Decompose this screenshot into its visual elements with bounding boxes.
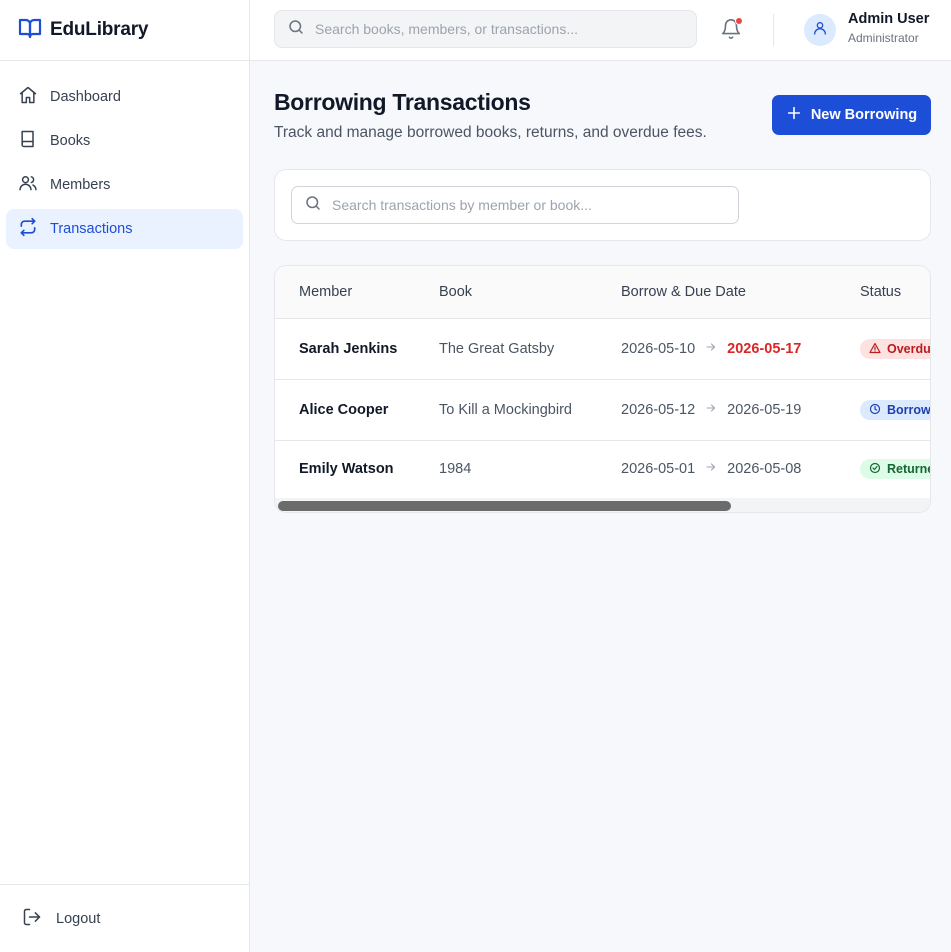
swap-arrows-icon [18, 217, 38, 241]
transaction-search-input[interactable] [332, 197, 738, 213]
global-search-input[interactable] [315, 21, 696, 37]
transactions-table: Member Book Borrow & Due Date Status Sar… [274, 265, 931, 513]
bell-icon [720, 19, 742, 45]
column-header-book: Book [439, 284, 473, 300]
topbar: Admin User Administrator [250, 0, 951, 61]
notification-dot [735, 17, 743, 25]
table-row[interactable]: Sarah Jenkins The Great Gatsby 2026-05-1… [275, 319, 931, 380]
status-cell: Borrowed [860, 380, 931, 440]
status-cell: Overdue [860, 319, 931, 379]
book-title: The Great Gatsby [439, 341, 555, 357]
date-range: 2026-05-10 2026-05-17 [621, 319, 801, 379]
user-icon [812, 20, 828, 41]
status-badge: Borrowed [860, 400, 931, 420]
due-date: 2026-05-17 [727, 341, 802, 357]
filter-card [274, 169, 931, 241]
plus-icon [786, 105, 802, 125]
global-search[interactable] [274, 10, 697, 48]
book-title: 1984 [439, 461, 472, 477]
book-title: To Kill a Mockingbird [439, 402, 572, 418]
brand[interactable]: EduLibrary [0, 0, 249, 61]
open-book-icon [18, 16, 42, 45]
logout-icon [22, 907, 42, 931]
main-content: Borrowing Transactions Track and manage … [250, 61, 951, 952]
horizontal-scrollbar[interactable] [275, 498, 930, 512]
status-label: Returned [887, 462, 930, 476]
transaction-search[interactable] [291, 186, 739, 224]
status-badge: Overdue [860, 339, 931, 359]
arrow-right-icon [705, 402, 717, 418]
arrow-right-icon [705, 341, 717, 357]
due-date: 2026-05-19 [727, 402, 802, 418]
sidebar-item-transactions[interactable]: Transactions [6, 209, 243, 249]
new-borrowing-label: New Borrowing [810, 107, 918, 123]
borrow-date: 2026-05-01 [621, 461, 696, 477]
sidebar: EduLibrary Dashboard Books Members Trans… [0, 0, 250, 952]
table-row[interactable]: Alice Cooper To Kill a Mockingbird 2026-… [275, 380, 931, 441]
clock-icon [869, 403, 881, 418]
table-row[interactable]: Emily Watson 1984 2026-05-01 2026-05-08 … [275, 441, 930, 497]
sidebar-item-dashboard[interactable]: Dashboard [6, 77, 243, 117]
user-name[interactable]: Admin User [848, 11, 929, 27]
page-subtitle: Track and manage borrowed books, returns… [274, 124, 707, 141]
table-header: Member Book Borrow & Due Date Status [275, 266, 930, 319]
sidebar-item-label: Books [50, 133, 91, 149]
book-icon [18, 129, 38, 153]
avatar[interactable] [804, 14, 836, 46]
sidebar-item-label: Dashboard [50, 89, 121, 105]
due-date: 2026-05-08 [727, 461, 802, 477]
date-range: 2026-05-01 2026-05-08 [621, 441, 801, 497]
search-icon [304, 194, 322, 217]
page-title: Borrowing Transactions [274, 89, 531, 115]
horizontal-scrollbar-thumb[interactable] [278, 501, 731, 511]
member-name: Emily Watson [299, 461, 394, 477]
sidebar-item-books[interactable]: Books [6, 121, 243, 161]
status-cell: Returned [860, 441, 930, 497]
member-name: Sarah Jenkins [299, 341, 398, 357]
logout-label: Logout [56, 910, 101, 927]
sidebar-item-label: Members [50, 177, 111, 193]
status-badge: Returned [860, 459, 930, 479]
arrow-right-icon [705, 461, 717, 477]
sidebar-item-label: Transactions [50, 221, 133, 237]
warning-icon [869, 342, 881, 357]
sidebar-item-members[interactable]: Members [6, 165, 243, 205]
column-header-member: Member [299, 284, 353, 300]
column-header-dates: Borrow & Due Date [621, 284, 746, 300]
member-name: Alice Cooper [299, 402, 389, 418]
topbar-divider [773, 14, 774, 46]
status-label: Overdue [887, 342, 931, 356]
borrow-date: 2026-05-10 [621, 341, 696, 357]
column-header-status: Status [860, 284, 902, 300]
search-icon [287, 18, 305, 41]
logout-button[interactable]: Logout [0, 884, 249, 952]
table-scroll-area: Member Book Borrow & Due Date Status Sar… [275, 266, 931, 497]
brand-name: EduLibrary [50, 19, 149, 40]
sidebar-nav: Dashboard Books Members Transactions [0, 61, 249, 249]
user-role: Administrator [848, 31, 919, 45]
users-icon [18, 173, 38, 197]
check-circle-icon [869, 462, 881, 477]
status-label: Borrowed [887, 403, 931, 417]
home-icon [18, 85, 38, 109]
borrow-date: 2026-05-12 [621, 402, 696, 418]
date-range: 2026-05-12 2026-05-19 [621, 380, 801, 440]
new-borrowing-button[interactable]: New Borrowing [772, 95, 931, 135]
notifications-button[interactable] [720, 17, 744, 43]
